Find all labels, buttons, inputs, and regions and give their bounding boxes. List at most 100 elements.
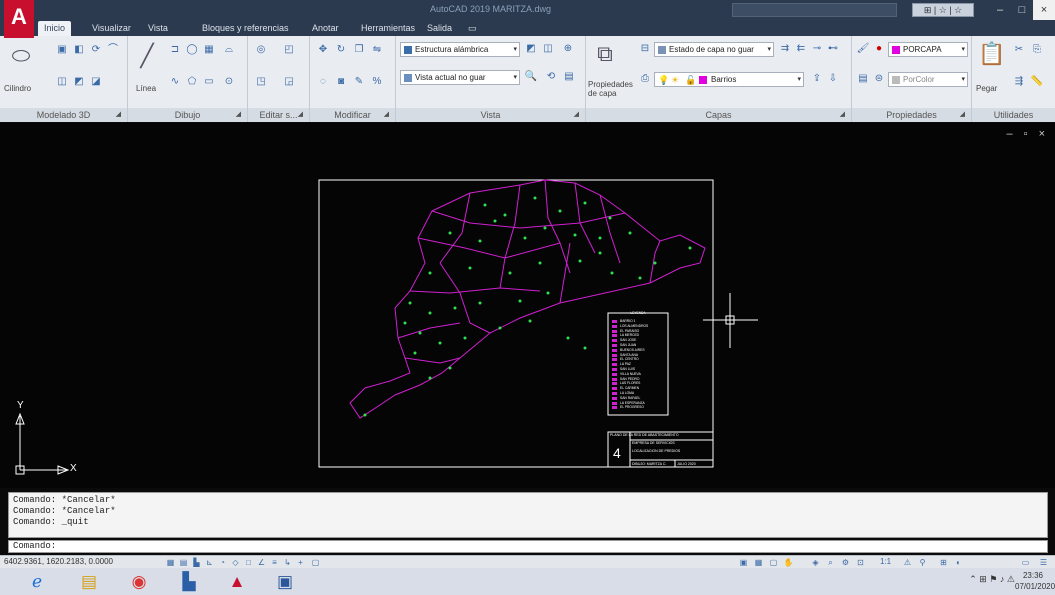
linetype-icon[interactable]: ⊜ xyxy=(872,73,886,85)
transparency-icon[interactable]: ▢ xyxy=(310,557,321,568)
panel-title-dibujo[interactable]: Dibujo ◢ xyxy=(128,108,247,122)
ortho-icon[interactable]: ⊾ xyxy=(204,557,215,568)
make-current-icon[interactable]: ⇪ xyxy=(810,73,824,85)
help-toolbar[interactable]: ⊞ | ☆ | ☆ xyxy=(912,3,974,17)
polygon-icon[interactable]: ⬠ xyxy=(185,76,199,88)
layer-unisolate-icon[interactable]: ⊷ xyxy=(826,43,840,55)
drawing-canvas[interactable]: – ▫ × LEYENDA BARRIO 1 LOS ALMENDROS EL … xyxy=(0,123,1055,488)
layer-print-icon[interactable]: ⎙ xyxy=(638,73,652,85)
panel-title-capas[interactable]: Capas ◢ xyxy=(586,108,851,122)
panel-title-modelado[interactable]: Modelado 3D ◢ xyxy=(0,108,127,122)
annotation-scale[interactable]: 1:1 xyxy=(880,557,891,566)
snap-icon[interactable]: ▙ xyxy=(191,557,202,568)
pan-icon[interactable]: ✋ xyxy=(783,557,794,568)
layout-tab-icon[interactable]: ▣ xyxy=(738,557,749,568)
close-button[interactable]: × xyxy=(1033,0,1055,20)
layer-state-icon[interactable]: ⊟ xyxy=(638,43,652,55)
ellipse-icon[interactable]: ⊙ xyxy=(222,76,236,88)
layer-match-icon[interactable]: ⇉ xyxy=(778,43,792,55)
tab-herramientas[interactable]: Herramientas xyxy=(355,21,421,36)
polar-icon[interactable]: ◔ xyxy=(217,557,228,568)
search-input[interactable] xyxy=(732,3,897,17)
separate-icon[interactable]: ◰ xyxy=(282,44,296,56)
viewport-scale-icon[interactable]: ▢ xyxy=(768,557,779,568)
dynamic-ucs-icon[interactable]: ↳ xyxy=(282,557,293,568)
subtract-icon[interactable]: ◩ xyxy=(72,76,86,88)
list-icon[interactable]: ▤ xyxy=(856,73,870,85)
wedge-icon[interactable]: ◧ xyxy=(72,44,86,56)
mirror-icon[interactable]: ⇋ xyxy=(370,44,384,56)
otrack-icon[interactable]: ∠ xyxy=(256,557,267,568)
box-icon[interactable]: ▣ xyxy=(55,44,69,56)
grid-icon[interactable]: ▤ xyxy=(178,557,189,568)
panel-title-editar[interactable]: Editar s... ◢ xyxy=(248,108,309,122)
copy-icon[interactable]: ❐ xyxy=(352,44,366,56)
tab-more[interactable]: ▭ xyxy=(462,21,483,36)
file-explorer-icon[interactable]: ▤ xyxy=(74,570,104,593)
autocad-icon[interactable]: ▲ xyxy=(222,570,252,593)
object-snap-icon[interactable]: □ xyxy=(243,557,254,568)
chrome-icon[interactable]: ◉ xyxy=(124,570,154,593)
panel-title-modificar[interactable]: Modificar ◢ xyxy=(310,108,395,122)
scale-icon[interactable]: % xyxy=(370,76,384,88)
maximize-button[interactable]: □ xyxy=(1011,0,1033,20)
word-icon[interactable]: ▣ xyxy=(270,570,300,593)
shell-icon[interactable]: ◲ xyxy=(282,76,296,88)
isolate-objects-icon[interactable]: ◐ xyxy=(953,557,964,568)
quick-view-icon[interactable]: ▦ xyxy=(753,557,764,568)
fillet-icon[interactable]: ◙ xyxy=(334,76,348,88)
current-layer-select[interactable]: 💡 ☀ 🔓 Barrios ▾ xyxy=(654,72,804,87)
extrude-faces-icon[interactable]: ◎ xyxy=(254,44,268,56)
annotation-icon[interactable]: ◈ xyxy=(810,557,821,568)
viewcube-icon[interactable]: ◩ xyxy=(524,43,538,55)
lock-ui-icon[interactable]: ⊡ xyxy=(855,557,866,568)
isodraft-icon[interactable]: ◇ xyxy=(230,557,241,568)
visual-style-select[interactable]: Estructura alámbrica ▾ xyxy=(400,42,520,57)
copy-clip-icon[interactable]: ⎘ xyxy=(1030,44,1044,56)
customize-icon[interactable]: ☰ xyxy=(1038,557,1049,568)
linetype-select[interactable]: PorColor ▾ xyxy=(888,72,968,87)
autocad-logo[interactable]: A xyxy=(4,0,34,38)
edge-icon[interactable]: ℯ xyxy=(22,570,52,593)
tab-inicio[interactable]: Inicio xyxy=(38,21,72,36)
rotate-icon[interactable]: ↻ xyxy=(334,44,348,56)
coordinates-display[interactable]: 6402.9361, 1620.2183, 0.0000 xyxy=(4,557,113,566)
color-select[interactable]: PORCAPA ▾ xyxy=(888,42,968,57)
measure-icon[interactable]: 📏 xyxy=(1030,76,1044,88)
workspace-icon[interactable]: ⚙ xyxy=(840,557,851,568)
auto-scale-icon[interactable]: ⚲ xyxy=(917,557,928,568)
panel-title-utilidades[interactable]: Utilidades xyxy=(972,108,1055,122)
match-icon[interactable]: ⇶ xyxy=(1012,76,1026,88)
model-space-icon[interactable]: ▦ xyxy=(165,557,176,568)
tab-vista[interactable]: Vista xyxy=(142,21,174,36)
rectangle-icon[interactable]: ▭ xyxy=(202,76,216,88)
paste-icon[interactable]: 📋 xyxy=(978,40,1005,68)
layer-state-select[interactable]: Estado de capa no guar ▾ xyxy=(654,42,774,57)
pencil-icon[interactable]: ✎ xyxy=(352,76,366,88)
hardware-accel-icon[interactable]: ⊞ xyxy=(938,557,949,568)
lineweight-icon[interactable]: ≡ xyxy=(269,557,280,568)
spline-icon[interactable]: ∿ xyxy=(168,76,182,88)
tab-bloques[interactable]: Bloques y referencias xyxy=(196,21,295,36)
search-icon[interactable]: ⌕ xyxy=(825,557,836,568)
color-icon[interactable]: ● xyxy=(872,43,886,55)
panel-title-vista[interactable]: Vista ◢ xyxy=(396,108,585,122)
clock[interactable]: 23:36 07/01/2020 xyxy=(1015,570,1055,592)
arc-icon[interactable]: ⌓ xyxy=(222,44,236,56)
store-icon[interactable]: ▙ xyxy=(174,570,204,593)
viewport-icon[interactable]: ◫ xyxy=(541,43,555,55)
imprint-icon[interactable]: ◳ xyxy=(254,76,268,88)
cut-icon[interactable]: ✂ xyxy=(1012,44,1026,56)
revolve-icon[interactable]: ⟳ xyxy=(89,44,103,56)
dynamic-input-icon[interactable]: + xyxy=(295,557,306,568)
copy-layer-icon[interactable]: ⇩ xyxy=(826,73,840,85)
orbit-icon[interactable]: ⟲ xyxy=(544,71,558,83)
tab-anotar[interactable]: Anotar xyxy=(306,21,345,36)
layer-isolate-icon[interactable]: ⊸ xyxy=(810,43,824,55)
circle-icon[interactable]: ◯ xyxy=(185,44,199,56)
navigation-icon[interactable]: ⊕ xyxy=(561,43,575,55)
offset-icon[interactable]: ◌ xyxy=(316,76,330,88)
annotation-visibility-icon[interactable]: ⚠ xyxy=(902,557,913,568)
zoom-icon[interactable]: 🔍 xyxy=(524,71,538,83)
sweep-icon[interactable]: ⌒ xyxy=(106,44,120,56)
